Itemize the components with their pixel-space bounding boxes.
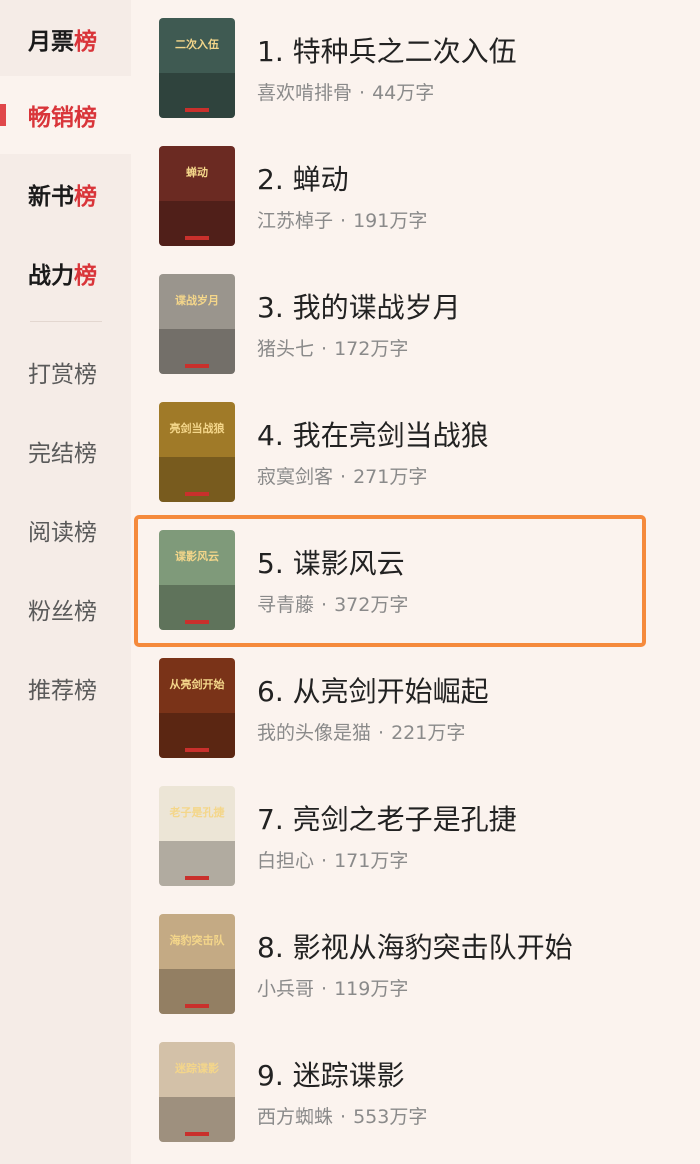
book-word-count: 372万字 xyxy=(334,594,409,616)
separator-dot: · xyxy=(321,978,328,1000)
book-cover[interactable]: 从亮剑开始 xyxy=(159,658,235,758)
separator-dot: · xyxy=(340,210,347,232)
book-title[interactable]: 4. 我在亮剑当战狼 xyxy=(257,414,489,454)
book-author: 猪头七 xyxy=(257,338,315,360)
book-author: 西方蜘蛛 xyxy=(257,1106,334,1128)
book-cover[interactable]: 亮剑当战狼 xyxy=(159,402,235,502)
book-word-count: 44万字 xyxy=(372,82,435,104)
sidebar-item-粉丝榜[interactable]: 粉丝榜 xyxy=(0,570,131,648)
book-cover[interactable]: 二次入伍 xyxy=(159,18,235,118)
book-word-count: 553万字 xyxy=(353,1106,428,1128)
book-title[interactable]: 3. 我的谍战岁月 xyxy=(257,286,461,326)
sidebar-item-label: 粉丝榜 xyxy=(28,599,97,625)
book-row[interactable]: 蝉动 2. 蝉动江苏棹子 · 191万字 xyxy=(131,130,700,258)
book-row[interactable]: 谍影风云 5. 谍影风云寻青藤 · 372万字 xyxy=(131,514,700,642)
cover-title: 亮剑当战狼 xyxy=(170,421,225,435)
book-word-count: 271万字 xyxy=(353,466,428,488)
book-word-count: 221万字 xyxy=(391,722,466,744)
sidebar-item-新书榜[interactable]: 新书榜 xyxy=(0,155,131,233)
sidebar-item-label: 完结榜 xyxy=(28,441,97,467)
book-row[interactable]: 谍战岁月 3. 我的谍战岁月猪头七 · 172万字 xyxy=(131,258,700,386)
book-meta: 江苏棹子 · 191万字 xyxy=(257,206,427,233)
sidebar-item-阅读榜[interactable]: 阅读榜 xyxy=(0,491,131,569)
book-author: 白担心 xyxy=(257,850,315,872)
cover-title: 谍战岁月 xyxy=(175,293,219,307)
book-row[interactable]: 海豹突击队 8. 影视从海豹突击队开始小兵哥 · 119万字 xyxy=(131,898,700,1026)
sidebar-item-月票榜[interactable]: 月票榜 xyxy=(0,0,131,78)
separator-dot: · xyxy=(378,722,385,744)
book-row[interactable]: 亮剑当战狼 4. 我在亮剑当战狼寂寞剑客 · 271万字 xyxy=(131,386,700,514)
active-indicator xyxy=(0,104,6,126)
separator-dot: · xyxy=(340,466,347,488)
book-meta: 寻青藤 · 372万字 xyxy=(257,590,408,617)
book-title[interactable]: 8. 影视从海豹突击队开始 xyxy=(257,926,573,966)
book-cover[interactable]: 迷踪谍影 xyxy=(159,1042,235,1142)
book-row[interactable]: 从亮剑开始 6. 从亮剑开始崛起我的头像是猫 · 221万字 xyxy=(131,642,700,770)
sidebar-item-战力榜[interactable]: 战力榜 xyxy=(0,234,131,312)
book-author: 江苏棹子 xyxy=(257,210,334,232)
book-word-count: 172万字 xyxy=(334,338,409,360)
cover-title: 谍影风云 xyxy=(175,549,219,563)
book-row[interactable]: 老子是孔捷 7. 亮剑之老子是孔捷白担心 · 171万字 xyxy=(131,770,700,898)
separator-dot: · xyxy=(359,82,366,104)
separator-dot: · xyxy=(340,1106,347,1128)
book-title[interactable]: 2. 蝉动 xyxy=(257,158,349,198)
cover-title: 蝉动 xyxy=(186,165,208,179)
book-author: 我的头像是猫 xyxy=(257,722,372,744)
book-title[interactable]: 7. 亮剑之老子是孔捷 xyxy=(257,798,517,838)
sidebar-item-畅销榜[interactable]: 畅销榜 xyxy=(0,76,131,154)
book-row[interactable]: 迷踪谍影 9. 迷踪谍影西方蜘蛛 · 553万字 xyxy=(131,1026,700,1154)
book-meta: 喜欢啃排骨 · 44万字 xyxy=(257,78,434,105)
book-title[interactable]: 6. 从亮剑开始崛起 xyxy=(257,670,489,710)
book-author: 寂寞剑客 xyxy=(257,466,334,488)
book-author: 小兵哥 xyxy=(257,978,315,1000)
book-meta: 我的头像是猫 · 221万字 xyxy=(257,718,465,745)
sidebar-item-推荐榜[interactable]: 推荐榜 xyxy=(0,649,131,727)
separator-dot: · xyxy=(321,594,328,616)
book-cover[interactable]: 海豹突击队 xyxy=(159,914,235,1014)
book-row[interactable]: 二次入伍 1. 特种兵之二次入伍喜欢啃排骨 · 44万字 xyxy=(131,2,700,130)
cover-title: 迷踪谍影 xyxy=(174,1061,219,1075)
cover-title: 二次入伍 xyxy=(175,37,219,51)
sidebar-item-label: 阅读榜 xyxy=(28,520,97,546)
book-meta: 寂寞剑客 · 271万字 xyxy=(257,462,427,489)
book-cover[interactable]: 老子是孔捷 xyxy=(159,786,235,886)
cover-title: 老子是孔捷 xyxy=(169,805,226,819)
book-author: 寻青藤 xyxy=(257,594,315,616)
book-title[interactable]: 9. 迷踪谍影 xyxy=(257,1054,405,1094)
book-word-count: 171万字 xyxy=(334,850,409,872)
sidebar-item-label: 战力榜 xyxy=(28,263,97,289)
book-meta: 猪头七 · 172万字 xyxy=(257,334,408,361)
book-author: 喜欢啃排骨 xyxy=(257,82,353,104)
separator-dot: · xyxy=(321,338,328,360)
book-cover[interactable]: 谍影风云 xyxy=(159,530,235,630)
book-meta: 白担心 · 171万字 xyxy=(257,846,408,873)
sidebar-item-label: 月票榜 xyxy=(28,29,97,55)
cover-title: 从亮剑开始 xyxy=(170,677,225,691)
book-meta: 西方蜘蛛 · 553万字 xyxy=(257,1102,427,1129)
sidebar-item-label: 打赏榜 xyxy=(28,362,97,388)
book-cover[interactable]: 蝉动 xyxy=(159,146,235,246)
sidebar-item-label: 新书榜 xyxy=(28,184,97,210)
sidebar-item-label: 畅销榜 xyxy=(28,105,97,131)
sidebar-item-完结榜[interactable]: 完结榜 xyxy=(0,412,131,490)
book-title[interactable]: 5. 谍影风云 xyxy=(257,542,405,582)
separator-dot: · xyxy=(321,850,328,872)
cover-title: 海豹突击队 xyxy=(170,933,226,947)
sidebar-divider xyxy=(30,321,102,322)
book-word-count: 119万字 xyxy=(334,978,409,1000)
book-title[interactable]: 1. 特种兵之二次入伍 xyxy=(257,30,517,70)
book-meta: 小兵哥 · 119万字 xyxy=(257,974,408,1001)
sidebar-item-label: 推荐榜 xyxy=(28,678,97,704)
book-cover[interactable]: 谍战岁月 xyxy=(159,274,235,374)
book-word-count: 191万字 xyxy=(353,210,428,232)
sidebar-item-打赏榜[interactable]: 打赏榜 xyxy=(0,333,131,411)
